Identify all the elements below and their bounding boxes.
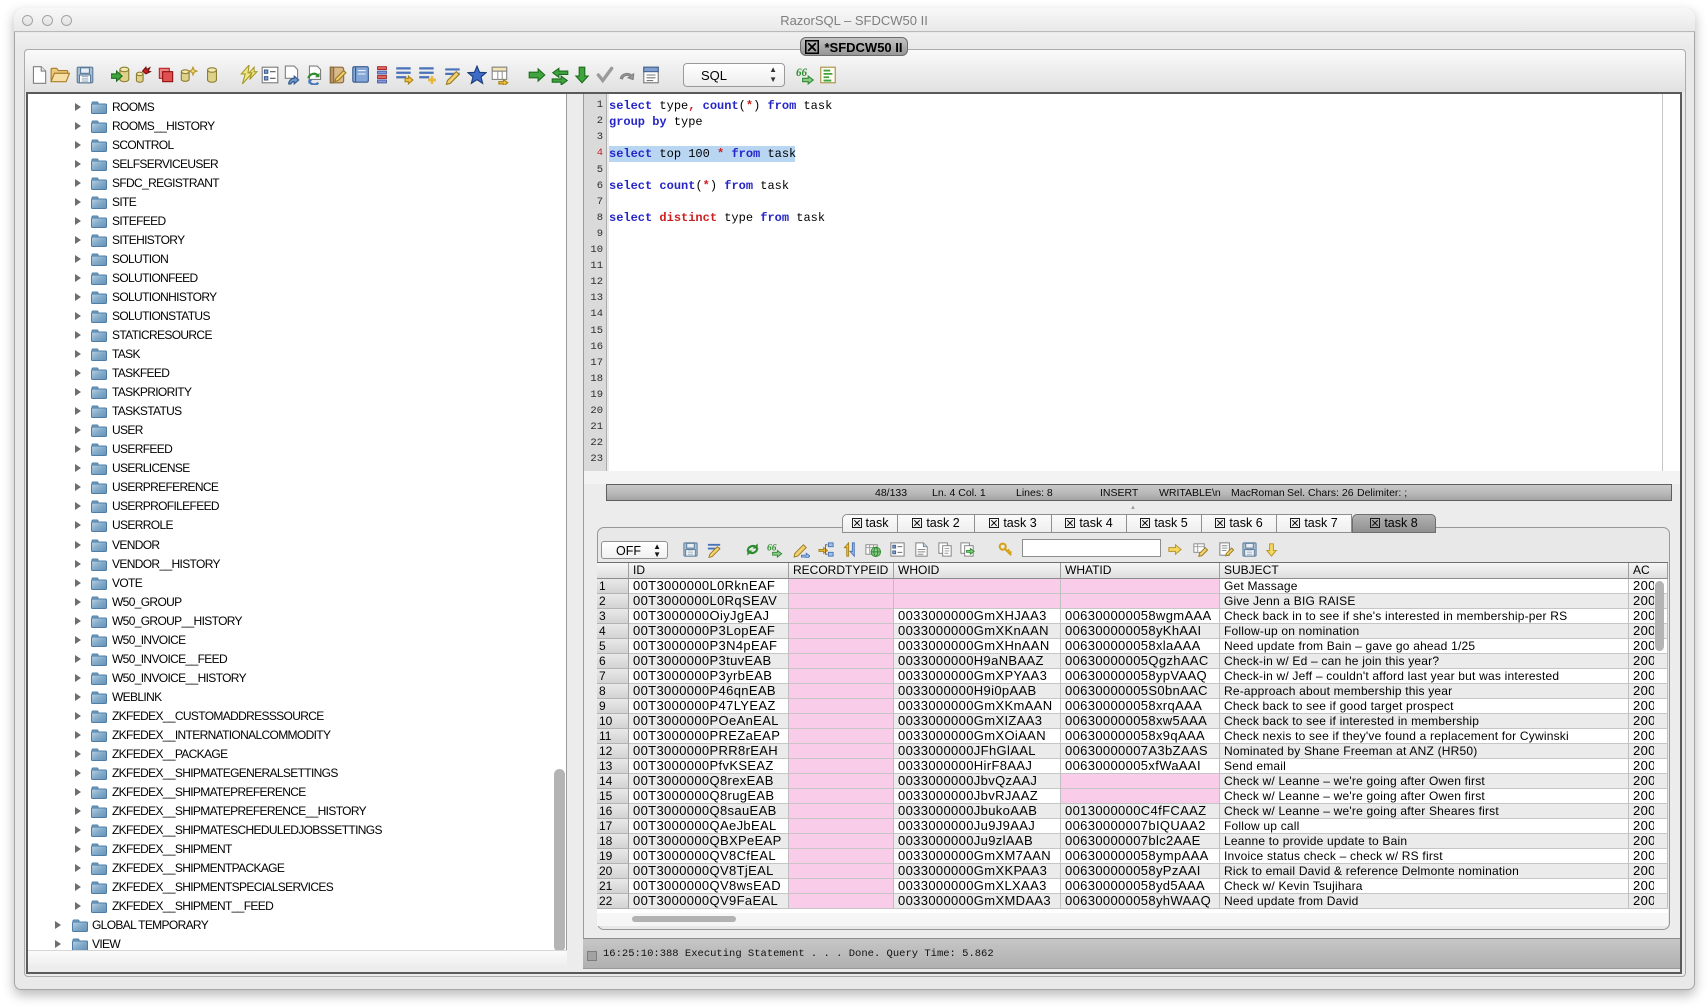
svg-text:66: 66 <box>796 67 808 79</box>
